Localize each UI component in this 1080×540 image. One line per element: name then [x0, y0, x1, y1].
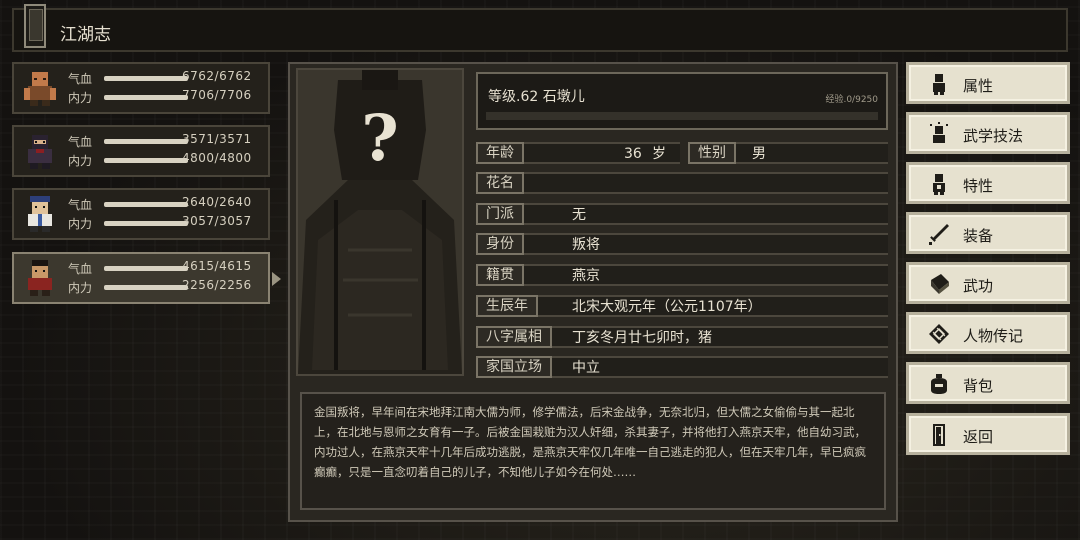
hp-label: 气血: [68, 262, 93, 276]
field-value: 中立: [572, 360, 600, 376]
menu-equipment-button[interactable]: 装备: [906, 212, 1070, 254]
menu-back-button[interactable]: 返回: [906, 413, 1070, 455]
window-title: 江湖志: [60, 25, 111, 45]
nickname-field: 花名: [476, 172, 888, 194]
age-unit: 岁: [652, 146, 666, 162]
field-value: 丁亥冬月廿七卯时，猪: [572, 330, 712, 346]
zodiac-field: 八字属相 丁亥冬月廿七卯时，猪: [476, 326, 888, 348]
menu-label: 属性: [963, 77, 994, 95]
monk-avatar: [24, 72, 56, 106]
age-value: 36: [624, 146, 642, 162]
party-member-4[interactable]: 气血 4615/4615 内力 2256/2256: [12, 252, 281, 304]
field-value: 北宋大观元年（公元1107年）: [572, 299, 762, 315]
character-name: 等级.62 石墩儿: [488, 89, 585, 105]
title-bar: [12, 8, 1068, 52]
gender-field: 性别 男: [688, 142, 888, 164]
menu-skills-button[interactable]: 武学技法: [906, 112, 1070, 154]
character-portrait: ?: [296, 68, 464, 376]
sword-icon: [929, 224, 949, 245]
field-value: 燕京: [572, 268, 600, 284]
age-label: 年龄: [476, 142, 524, 164]
hp-value: 2640/2640: [182, 195, 252, 209]
svg-text:?: ?: [361, 101, 399, 176]
hp-value: 3571/3571: [182, 132, 252, 146]
hometown-field: 籍贯 燕京: [476, 264, 888, 286]
mp-label: 内力: [68, 281, 93, 295]
scholar-avatar: [28, 196, 52, 232]
mp-value: 3057/3057: [182, 214, 252, 228]
menu-biography-button[interactable]: 人物传记: [906, 312, 1070, 354]
menu-label: 特性: [963, 177, 994, 195]
hp-bar: [104, 76, 188, 81]
mp-bar: [104, 158, 188, 163]
field-label: 八字属相: [476, 326, 552, 348]
field-label: 籍贯: [476, 264, 524, 286]
field-value: 无: [572, 207, 586, 223]
hp-label: 气血: [68, 135, 93, 149]
mp-value: 4800/4800: [182, 151, 252, 165]
field-label: 家国立场: [476, 356, 552, 378]
menu-label: 武学技法: [963, 127, 1024, 145]
mp-bar: [104, 95, 188, 100]
mp-value: 7706/7706: [182, 88, 252, 102]
name-level-box: 等级.62 石墩儿 经验.0/9250: [476, 72, 888, 130]
mp-bar: [104, 285, 188, 290]
menu-label: 背包: [963, 377, 994, 395]
party-member-1[interactable]: 气血 6762/6762 内力 7706/7706: [12, 62, 270, 114]
party-member-2[interactable]: 气血 3571/3571 内力 4800/4800: [12, 125, 270, 177]
hp-label: 气血: [68, 72, 93, 86]
traits-icon: [933, 174, 945, 195]
field-label: 花名: [476, 172, 524, 194]
gender-label: 性别: [688, 142, 736, 164]
field-label: 身份: [476, 233, 524, 255]
menu-traits-button[interactable]: 特性: [906, 162, 1070, 204]
selected-arrow-icon: [272, 272, 281, 286]
field-value: 叛将: [572, 237, 600, 253]
ninja-avatar: [28, 135, 52, 169]
field-label: 门派: [476, 203, 524, 225]
menu-inventory-button[interactable]: 背包: [906, 362, 1070, 404]
birth-year-field: 生辰年 北宋大观元年（公元1107年）: [476, 295, 888, 317]
experience-text: 经验.0/9250: [825, 95, 878, 105]
silhouette-icon: ?: [298, 70, 462, 374]
menu-label: 装备: [963, 227, 994, 245]
mp-bar: [104, 221, 188, 226]
mp-label: 内力: [68, 91, 93, 105]
allegiance-field: 家国立场 中立: [476, 356, 888, 378]
mp-label: 内力: [68, 154, 93, 168]
scroll-icon: [929, 324, 949, 344]
mp-value: 2256/2256: [182, 278, 252, 292]
field-label: 生辰年: [476, 295, 538, 317]
party-member-3[interactable]: 气血 2640/2640 内力 3057/3057: [12, 188, 270, 240]
skills-icon: [930, 122, 948, 143]
mp-label: 内力: [68, 217, 93, 231]
experience-bar: [486, 112, 878, 120]
door-icon: [933, 424, 945, 446]
hp-bar: [104, 202, 188, 207]
person-icon: [933, 74, 945, 95]
hp-value: 4615/4615: [182, 259, 252, 273]
journal-book-icon: [24, 4, 46, 48]
age-field: 年龄 36 岁: [476, 142, 680, 164]
menu-martial-arts-button[interactable]: 武功: [906, 262, 1070, 304]
warrior-avatar: [28, 260, 52, 296]
biography-text: 金国叛将，早年间在宋地拜江南大儒为师，修学儒法，后宋金战争，无奈北归，但大儒之女…: [300, 392, 886, 510]
hp-label: 气血: [68, 198, 93, 212]
hp-bar: [104, 266, 188, 271]
bag-icon: [931, 374, 947, 394]
book-icon: [931, 274, 949, 294]
hp-value: 6762/6762: [182, 69, 252, 83]
menu-label: 返回: [963, 428, 994, 446]
hp-bar: [104, 139, 188, 144]
menu-attributes-button[interactable]: 属性: [906, 62, 1070, 104]
gender-value: 男: [752, 146, 766, 162]
identity-field: 身份 叛将: [476, 233, 888, 255]
menu-label: 人物传记: [963, 327, 1024, 345]
sect-field: 门派 无: [476, 203, 888, 225]
menu-label: 武功: [963, 277, 994, 295]
